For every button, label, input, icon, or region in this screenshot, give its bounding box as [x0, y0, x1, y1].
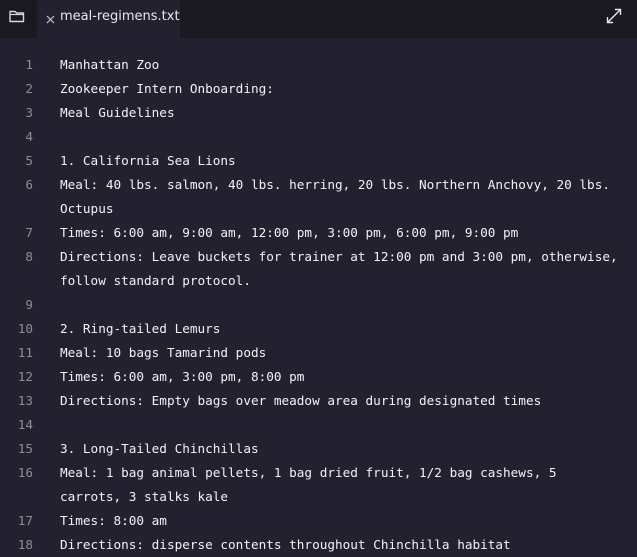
line-number: 1: [25, 57, 33, 72]
line-text-segment: follow standard protocol.: [60, 273, 251, 288]
line-text: Meal: 40 lbs. salmon, 40 lbs. herring, 2…: [60, 173, 630, 221]
tab-close-button[interactable]: [43, 12, 57, 26]
line-number: 18: [17, 537, 33, 552]
line-text: Directions: Leave buckets for trainer at…: [60, 245, 630, 293]
line-text-segment: carrots, 3 stalks kale: [60, 489, 229, 504]
editor-line: 5 1. California Sea Lions: [0, 149, 637, 173]
editor-line: 18 Directions: disperse contents througho…: [0, 533, 637, 557]
line-number: 10: [17, 321, 33, 336]
line-text: Directions: Empty bags over meadow area …: [60, 389, 630, 413]
editor-line: 6 Meal: 40 lbs. salmon, 40 lbs. herring, …: [0, 173, 637, 221]
line-text: ​: [60, 293, 630, 317]
open-folder-button[interactable]: [6, 5, 28, 27]
line-text-segment: ​: [60, 293, 630, 317]
line-number: 15: [17, 441, 33, 456]
line-text: 1. California Sea Lions: [60, 149, 630, 173]
editor-line: 15 3. Long-Tailed Chinchillas: [0, 437, 637, 461]
line-text-segment: Meal: 10 bags Tamarind pods: [60, 345, 267, 360]
editor-line: 9​: [0, 293, 637, 317]
expand-button[interactable]: [603, 5, 625, 27]
editor-line: 1 Manhattan Zoo: [0, 53, 637, 77]
line-text-segment: ​: [60, 413, 630, 437]
line-number: 13: [17, 393, 33, 408]
tab-title: meal-regimens.txt: [60, 8, 180, 24]
line-number: 8: [25, 249, 33, 264]
line-text-segment: Meal Guidelines: [60, 105, 175, 120]
line-text: Directions: disperse contents throughout…: [60, 533, 630, 557]
line-text-segment: Times: 6:00 am, 9:00 am, 12:00 pm, 3:00 …: [60, 225, 519, 240]
line-text: Times: 6:00 am, 9:00 am, 12:00 pm, 3:00 …: [60, 221, 630, 245]
line-text-segment: 1. California Sea Lions: [60, 153, 236, 168]
expand-icon: [606, 8, 622, 24]
line-text-segment: 3. Long-Tailed Chinchillas: [60, 441, 259, 456]
line-number: 4: [25, 129, 33, 144]
editor-line: 11 Meal: 10 bags Tamarind pods: [0, 341, 637, 365]
line-text: Meal: 10 bags Tamarind pods: [60, 341, 630, 365]
line-text-segment: ​: [60, 125, 630, 149]
tab-bar: meal-regimens.txt: [0, 0, 637, 38]
line-text-segment: 2. Ring-tailed Lemurs: [60, 321, 221, 336]
folder-icon: [9, 10, 25, 23]
line-text: Times: 6:00 am, 3:00 pm, 8:00 pm: [60, 365, 630, 389]
line-text-segment: Directions: Empty bags over meadow area …: [60, 393, 542, 408]
line-number: 7: [25, 225, 33, 240]
editor-text-area[interactable]: 1 Manhattan Zoo 2 Zookeeper Intern Onboardi…: [0, 53, 637, 557]
line-text-segment: Times: 6:00 am, 3:00 pm, 8:00 pm: [60, 369, 305, 384]
editor-line: 13 Directions: Empty bags over meadow are…: [0, 389, 637, 413]
editor-line: 17 Times: 8:00 am: [0, 509, 637, 533]
editor-line: 4​: [0, 125, 637, 149]
line-number: 2: [25, 81, 33, 96]
line-number: 5: [25, 153, 33, 168]
line-text: Zookeeper Intern Onboarding:: [60, 77, 630, 101]
editor-line: 12 Times: 6:00 am, 3:00 pm, 8:00 pm: [0, 365, 637, 389]
close-icon: [46, 15, 54, 23]
editor-line: 14 ​: [0, 413, 637, 437]
line-number: 6: [25, 177, 33, 192]
line-number: 11: [17, 345, 33, 360]
editor-line: 3 Meal Guidelines: [0, 101, 637, 125]
tab-meal-regimens[interactable]: meal-regimens.txt: [37, 0, 180, 38]
line-text-segment: Times: 8:00 am: [60, 513, 167, 528]
line-number: 14: [17, 417, 33, 432]
line-text: 3. Long-Tailed Chinchillas: [60, 437, 630, 461]
line-text-segment: Directions: Leave buckets for trainer at…: [60, 249, 618, 264]
line-number: 16: [17, 465, 33, 480]
text-editor-window: meal-regimens.txt 1 Manhattan Zoo 2 Zookeep…: [0, 0, 637, 557]
line-number: 9: [25, 297, 33, 312]
line-text: Meal Guidelines: [60, 101, 630, 125]
line-text-segment: Directions: disperse contents throughout…: [60, 537, 511, 552]
line-text-segment: Manhattan Zoo: [60, 57, 160, 72]
editor-line: 8 Directions: Leave buckets for trainer a…: [0, 245, 637, 293]
line-text: Times: 8:00 am: [60, 509, 630, 533]
line-text-segment: Zookeeper Intern Onboarding:: [60, 81, 274, 96]
editor-line: 2 Zookeeper Intern Onboarding:: [0, 77, 637, 101]
line-number: 17: [17, 513, 33, 528]
line-text: ​: [60, 125, 630, 149]
line-text: Manhattan Zoo: [60, 53, 630, 77]
line-text-segment: Meal: 40 lbs. salmon, 40 lbs. herring, 2…: [60, 177, 610, 192]
line-number: 12: [17, 369, 33, 384]
line-text: ​: [60, 413, 630, 437]
editor-line: 16 Meal: 1 bag animal pellets, 1 bag drie…: [0, 461, 637, 509]
line-number: 3: [25, 105, 33, 120]
editor-line: 7 Times: 6:00 am, 9:00 am, 12:00 pm, 3:00…: [0, 221, 637, 245]
line-text: Meal: 1 bag animal pellets, 1 bag dried …: [60, 461, 630, 509]
line-text-segment: Meal: 1 bag animal pellets, 1 bag dried …: [60, 465, 557, 480]
line-text: 2. Ring-tailed Lemurs: [60, 317, 630, 341]
line-text-segment: Octupus: [60, 201, 114, 216]
editor-line: 10 2. Ring-tailed Lemurs: [0, 317, 637, 341]
